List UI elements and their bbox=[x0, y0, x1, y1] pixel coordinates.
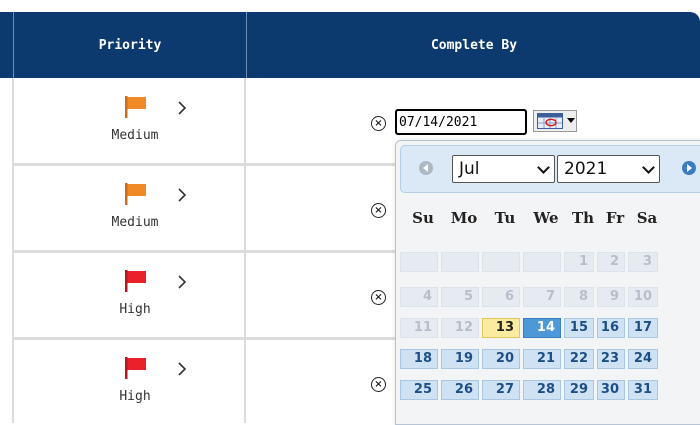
weekday-label: Tu bbox=[494, 209, 516, 227]
weekday-label: We bbox=[533, 209, 559, 227]
priority-label: Medium bbox=[111, 128, 159, 143]
weekday-label: Mo bbox=[450, 209, 478, 227]
calendar-day-cell[interactable]: 29 bbox=[564, 380, 594, 400]
flag-icon bbox=[125, 183, 146, 205]
priority-label: High bbox=[119, 389, 151, 404]
calendar-day-cell[interactable]: 23 bbox=[597, 349, 625, 369]
calendar-day-cell: 4 bbox=[400, 287, 438, 307]
month-select-value: Jul bbox=[459, 159, 480, 179]
calendar-day-cell[interactable]: 30 bbox=[597, 380, 625, 400]
calendar-day-cell[interactable]: 16 bbox=[597, 318, 625, 338]
calendar-day-cell[interactable]: 25 bbox=[400, 380, 438, 400]
priority-cell[interactable]: Medium bbox=[13, 165, 245, 251]
calendar-empty-cell bbox=[441, 252, 479, 272]
calendar-day-cell[interactable]: 22 bbox=[564, 349, 594, 369]
clear-icon[interactable]: × bbox=[371, 290, 386, 305]
weekday-label: Su bbox=[412, 209, 434, 227]
calendar-day-cell[interactable]: 20 bbox=[482, 349, 520, 369]
flag-icon bbox=[125, 96, 146, 118]
calendar-day-cell[interactable]: 14 bbox=[523, 318, 561, 338]
column-header-complete-by[interactable]: Complete By bbox=[246, 12, 700, 78]
chevron-down-icon bbox=[537, 161, 550, 174]
calendar-day-cell: 7 bbox=[523, 287, 561, 307]
calendar-empty-cell bbox=[482, 252, 520, 272]
chevron-right-icon[interactable] bbox=[176, 361, 188, 377]
prev-month-icon[interactable] bbox=[419, 161, 433, 175]
priority-cell[interactable]: High bbox=[13, 252, 245, 338]
date-picker-popup: Jul 2021 Su Mo Tu We Th Fr Sa 1 2 3 4 5 6 7 8 9 10 11 12 1… bbox=[395, 140, 700, 425]
calendar-day-cell[interactable]: 19 bbox=[441, 349, 479, 369]
calendar-day-cell[interactable]: 31 bbox=[628, 380, 658, 400]
month-select[interactable]: Jul bbox=[452, 155, 555, 183]
calendar-day-cell[interactable]: 15 bbox=[564, 318, 594, 338]
calendar-icon bbox=[537, 113, 563, 129]
calendar-day-cell[interactable]: 21 bbox=[523, 349, 561, 369]
task-grid: Priority Complete By Medium × Medium × H… bbox=[0, 0, 700, 425]
priority-label: Medium bbox=[111, 215, 159, 230]
priority-cell[interactable]: High bbox=[13, 339, 245, 425]
clear-icon[interactable]: × bbox=[371, 377, 386, 392]
complete-by-date-input[interactable] bbox=[395, 109, 527, 135]
calendar-day-cell[interactable]: 17 bbox=[628, 318, 658, 338]
dropdown-arrow-icon bbox=[567, 118, 575, 123]
chevron-right-icon[interactable] bbox=[176, 274, 188, 290]
calendar-day-cell: 3 bbox=[628, 252, 658, 272]
column-header-priority[interactable]: Priority bbox=[13, 12, 246, 78]
chevron-right-icon[interactable] bbox=[176, 187, 188, 203]
calendar-day-cell: 5 bbox=[441, 287, 479, 307]
year-select[interactable]: 2021 bbox=[557, 155, 660, 183]
priority-cell[interactable]: Medium bbox=[13, 78, 245, 164]
flag-icon bbox=[125, 357, 146, 379]
calendar-empty-cell bbox=[400, 252, 438, 272]
clear-icon[interactable]: × bbox=[371, 116, 386, 131]
calendar-day-cell: 12 bbox=[441, 318, 479, 338]
chevron-right-icon[interactable] bbox=[176, 100, 188, 116]
calendar-day-cell: 6 bbox=[482, 287, 520, 307]
calendar-button[interactable] bbox=[533, 110, 577, 132]
calendar-day-cell[interactable]: 13 bbox=[482, 318, 520, 338]
calendar-day-cell[interactable]: 28 bbox=[523, 380, 561, 400]
calendar-day-cell: 10 bbox=[628, 287, 658, 307]
year-select-value: 2021 bbox=[564, 159, 608, 179]
calendar-day-cell[interactable]: 26 bbox=[441, 380, 479, 400]
flag-icon bbox=[125, 270, 146, 292]
calendar-empty-cell bbox=[523, 252, 561, 272]
calendar-day-cell[interactable]: 18 bbox=[400, 349, 438, 369]
calendar-day-cell: 1 bbox=[564, 252, 594, 272]
weekday-label: Sa bbox=[636, 209, 658, 227]
calendar-day-cell: 8 bbox=[564, 287, 594, 307]
calendar-day-cell[interactable]: 24 bbox=[628, 349, 658, 369]
grid-header: Priority Complete By bbox=[0, 12, 700, 78]
calendar-day-cell: 11 bbox=[400, 318, 438, 338]
calendar-day-cell[interactable]: 27 bbox=[482, 380, 520, 400]
date-picker-header: Jul 2021 bbox=[400, 145, 700, 193]
next-month-icon[interactable] bbox=[682, 161, 696, 175]
calendar-day-cell: 9 bbox=[597, 287, 625, 307]
clear-icon[interactable]: × bbox=[371, 203, 386, 218]
priority-label: High bbox=[119, 302, 151, 317]
chevron-down-icon bbox=[642, 161, 655, 174]
calendar-day-cell: 2 bbox=[597, 252, 625, 272]
